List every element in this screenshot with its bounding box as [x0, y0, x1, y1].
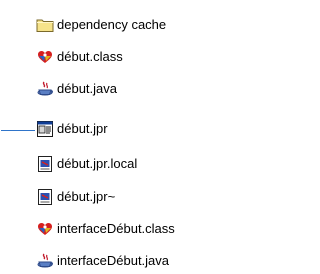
file-label: début.jpr.local — [57, 156, 138, 171]
list-item-dependency-cache[interactable]: dependency cache — [36, 14, 166, 36]
java-source-icon — [36, 252, 54, 270]
list-item-debut-jpr-local[interactable]: début.jpr.local — [36, 153, 137, 175]
file-list: dependency cache début.class début.java — [0, 0, 274, 274]
document-icon — [36, 188, 54, 206]
java-source-icon — [36, 80, 54, 98]
list-item-interface-debut-java[interactable]: interfaceDébut.java — [36, 250, 169, 272]
tree-connector-line — [1, 130, 35, 131]
list-item-debut-java[interactable]: début.java — [36, 78, 117, 100]
list-item-debut-jpr[interactable]: début.jpr — [36, 118, 108, 140]
file-label: interfaceDébut.java — [57, 253, 170, 268]
file-label: début.jpr~ — [57, 189, 116, 204]
java-class-icon — [36, 48, 54, 66]
project-window-icon — [36, 120, 54, 138]
file-label: début.jpr — [57, 121, 108, 136]
list-item-debut-jpr-tilde[interactable]: début.jpr~ — [36, 186, 115, 208]
file-label: dependency cache — [57, 17, 167, 32]
file-label: début.class — [57, 49, 123, 64]
document-icon — [36, 155, 54, 173]
list-item-interface-debut-class[interactable]: interfaceDébut.class — [36, 218, 175, 240]
file-label: début.java — [57, 81, 117, 96]
java-class-icon — [36, 220, 54, 238]
folder-icon — [36, 16, 54, 34]
file-label: interfaceDébut.class — [57, 221, 175, 236]
list-item-debut-class[interactable]: début.class — [36, 46, 123, 68]
